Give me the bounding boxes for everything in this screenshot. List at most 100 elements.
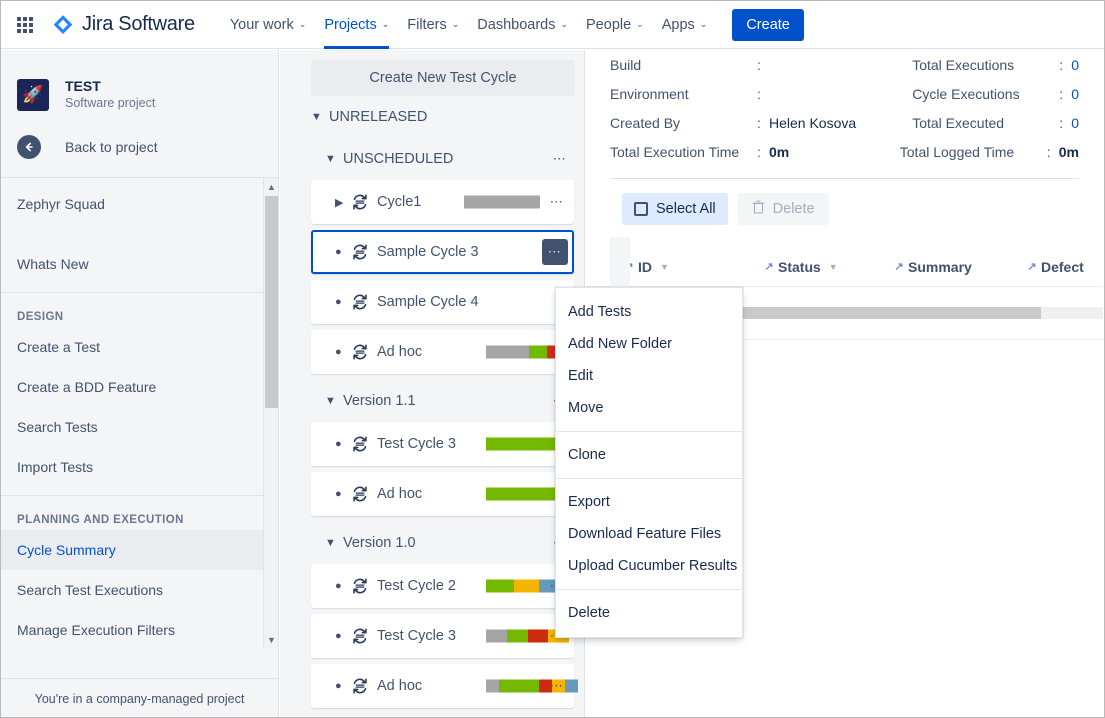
sidebar-item-cycle-summary[interactable]: Cycle Summary bbox=[1, 530, 278, 571]
cycle-row-test-cycle-3-v11[interactable]: ● Test Cycle 3 bbox=[311, 422, 574, 466]
menu-item-label: Clone bbox=[568, 447, 606, 463]
column-label: Summary bbox=[908, 258, 972, 275]
context-menu-item-clone[interactable]: Clone bbox=[556, 439, 742, 471]
cycle-row-test-cycle-3-v10[interactable]: ● Test Cycle 3 ⋯ bbox=[311, 614, 574, 658]
chevron-down-icon: ▼ bbox=[660, 261, 669, 272]
tree-group-version-1-0[interactable]: ▼ Version 1.0 ⋯ bbox=[311, 522, 574, 564]
nav-item-people[interactable]: People ⌄ bbox=[577, 1, 653, 49]
menu-separator bbox=[556, 431, 742, 432]
detail-key: Cycle Executions bbox=[912, 85, 1020, 102]
detail-value: Helen Kosova bbox=[769, 114, 857, 131]
create-button[interactable]: Create bbox=[732, 8, 804, 41]
nav-item-filters[interactable]: Filters ⌄ bbox=[398, 1, 468, 49]
context-menu-item-move[interactable]: Move bbox=[556, 392, 742, 424]
test-cycle-icon bbox=[351, 577, 377, 595]
column-header-defect[interactable]: ↗ Defect bbox=[1025, 259, 1083, 275]
context-menu-item-upload-cucumber-results[interactable]: Upload Cucumber Results bbox=[556, 550, 742, 582]
sidebar-item-create-a-test[interactable]: Create a Test bbox=[1, 327, 278, 367]
nav-label: Apps bbox=[661, 16, 695, 33]
column-header-status[interactable]: ↗ Status ▼ bbox=[762, 259, 892, 275]
cycle-row-sample-cycle-3[interactable]: ● Sample Cycle 3 ⋯ bbox=[311, 230, 574, 274]
pin-icon: ↗ bbox=[1027, 260, 1037, 273]
cycle-row-ad-hoc-v10[interactable]: ● Ad hoc ⋯ bbox=[311, 664, 578, 708]
tree-group-unreleased[interactable]: ▼ UNRELEASED bbox=[311, 96, 574, 138]
tree-group-version-1-1[interactable]: ▼ Version 1.1 ⋯ bbox=[311, 380, 574, 422]
cycle-label: Cycle1 bbox=[377, 194, 422, 210]
menu-item-label: Add New Folder bbox=[568, 336, 672, 352]
app-window: Jira Software Your work ⌄ Projects ⌄ Fil… bbox=[0, 0, 1105, 718]
detail-row: Build : Total Executions : 0 bbox=[610, 50, 1079, 79]
sidebar-item-import-tests[interactable]: Import Tests bbox=[1, 447, 278, 487]
back-to-project-link[interactable]: Back to project bbox=[1, 135, 278, 160]
sidebar-item-label: Search Test Executions bbox=[17, 582, 164, 599]
cycle-label: Ad hoc bbox=[377, 486, 423, 502]
sidebar-item-create-a-bdd-feature[interactable]: Create a BDD Feature bbox=[1, 367, 278, 407]
select-all-button[interactable]: Select All bbox=[622, 193, 728, 225]
cycle-row-ad-hoc-v11[interactable]: ● Ad hoc bbox=[311, 472, 574, 516]
cycle-row-test-cycle-2-v10[interactable]: ● Test Cycle 2 ⋯ bbox=[311, 564, 574, 608]
context-menu-item-edit[interactable]: Edit bbox=[556, 360, 742, 392]
jira-brand-link[interactable]: Jira Software bbox=[51, 13, 195, 37]
create-new-test-cycle-button[interactable]: Create New Test Cycle bbox=[311, 60, 575, 96]
context-menu-item-add-new-folder[interactable]: Add New Folder bbox=[556, 328, 742, 360]
nav-item-dashboards[interactable]: Dashboards ⌄ bbox=[468, 1, 577, 49]
menu-item-label: Move bbox=[568, 400, 604, 416]
cycle-menu-button-active[interactable]: ⋯ bbox=[542, 239, 568, 265]
scroll-down-arrow-icon[interactable]: ▼ bbox=[264, 631, 278, 648]
project-summary-row[interactable]: 🚀 TEST Software project bbox=[1, 78, 278, 111]
cycle-progress-bar bbox=[486, 487, 564, 501]
bullet-icon: ● bbox=[335, 246, 342, 258]
chevron-right-icon[interactable]: ▶ bbox=[335, 196, 351, 209]
colon: : bbox=[1046, 143, 1051, 160]
colon: : bbox=[757, 56, 761, 73]
sidebar-footer-note: You're in a company-managed project bbox=[1, 678, 278, 717]
test-cycle-tree-panel: Create New Test Cycle ▼ UNRELEASED ▼ UNS… bbox=[280, 50, 585, 717]
tree-group-menu-button[interactable]: ⋯ bbox=[548, 147, 572, 171]
chevron-down-icon: ⌄ bbox=[451, 19, 460, 29]
scroll-up-arrow-icon[interactable]: ▲ bbox=[264, 178, 278, 195]
sidebar-item-manage-execution-filters[interactable]: Manage Execution Filters bbox=[1, 610, 278, 648]
nav-label: Dashboards bbox=[477, 16, 556, 33]
cycle-summary-details: Build : Total Executions : 0 Environment… bbox=[586, 50, 1103, 166]
detail-key: Total Execution Time bbox=[610, 143, 740, 160]
nav-label: Your work bbox=[229, 16, 294, 33]
cycle-menu-button[interactable]: ⋯ bbox=[544, 189, 570, 215]
delete-button[interactable]: Delete bbox=[737, 193, 829, 225]
sidebar-item-label: Create a BDD Feature bbox=[17, 379, 157, 396]
detail-key: Total Executions bbox=[912, 56, 1015, 73]
chevron-down-icon: ⌄ bbox=[636, 19, 644, 29]
context-menu-item-add-tests[interactable]: Add Tests bbox=[556, 296, 742, 328]
nav-items: Your work ⌄ Projects ⌄ Filters ⌄ Dashboa… bbox=[221, 1, 804, 49]
sidebar-item-whats-new[interactable]: Whats New bbox=[1, 244, 278, 284]
column-grip[interactable] bbox=[610, 237, 630, 287]
cycle-row-sample-cycle-4[interactable]: ● Sample Cycle 4 bbox=[311, 280, 574, 324]
cycle-label: Test Cycle 3 bbox=[377, 436, 456, 452]
menu-separator bbox=[556, 478, 742, 479]
sidebar-item-search-tests[interactable]: Search Tests bbox=[1, 407, 278, 447]
nav-item-projects[interactable]: Projects ⌄ bbox=[315, 1, 398, 49]
sidebar-section-planning: PLANNING AND EXECUTION bbox=[17, 514, 184, 527]
app-switcher-button[interactable] bbox=[9, 9, 41, 41]
nav-item-apps[interactable]: Apps ⌄ bbox=[653, 1, 717, 49]
sidebar-item-label: Create a Test bbox=[17, 339, 101, 356]
nav-label: People bbox=[586, 16, 632, 33]
sidebar-scrollbar[interactable]: ▲ ▼ bbox=[263, 178, 278, 649]
cycle-row-ad-hoc-unscheduled[interactable]: ● Ad hoc bbox=[311, 330, 574, 374]
sidebar-item-search-test-executions[interactable]: Search Test Executions bbox=[1, 570, 278, 610]
chevron-down-icon: ▼ bbox=[311, 111, 322, 123]
nav-item-your-work[interactable]: Your work ⌄ bbox=[221, 1, 316, 49]
detail-row: Total Execution Time : 0m Total Logged T… bbox=[610, 137, 1079, 166]
column-header-summary[interactable]: ↗ Summary bbox=[892, 259, 1025, 275]
context-menu-item-export[interactable]: Export bbox=[556, 486, 742, 518]
column-header-id[interactable]: ↗ ID ▼ bbox=[622, 259, 762, 275]
test-cycle-icon bbox=[351, 677, 377, 695]
context-menu-item-download-feature-files[interactable]: Download Feature Files bbox=[556, 518, 742, 550]
context-menu-item-delete[interactable]: Delete bbox=[556, 597, 742, 629]
chevron-down-icon: ⌄ bbox=[699, 19, 708, 29]
scrollbar-thumb[interactable] bbox=[265, 196, 278, 409]
cycle-menu-button[interactable]: ⋯ bbox=[544, 673, 570, 699]
sidebar-item-zephyr-squad[interactable]: Zephyr Squad bbox=[1, 184, 278, 224]
cycle-row-cycle1[interactable]: ▶ Cycle1 ⋯ bbox=[311, 180, 574, 224]
tree-group-unscheduled[interactable]: ▼ UNSCHEDULED ⋯ bbox=[311, 138, 574, 180]
cycle-label: Sample Cycle 4 bbox=[377, 294, 479, 310]
